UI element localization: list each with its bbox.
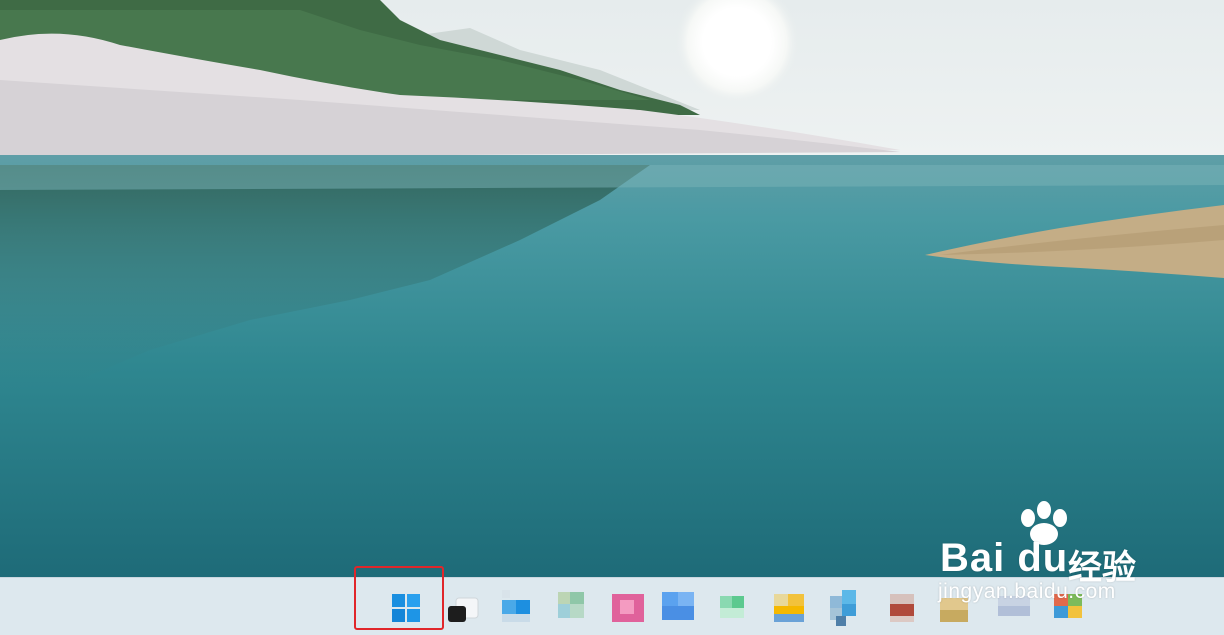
taskbar-app-1[interactable] <box>498 586 538 628</box>
taskbar-app-5[interactable] <box>712 586 752 628</box>
app-icon-blurred <box>1054 594 1082 618</box>
taskbar-app-11[interactable] <box>1048 586 1088 628</box>
taskbar-app-3[interactable] <box>608 586 648 628</box>
task-view-button[interactable] <box>442 586 482 628</box>
app-icon-blurred <box>940 598 968 622</box>
taskbar-app-6[interactable] <box>770 586 810 628</box>
app-icon-blurred <box>558 592 584 618</box>
app-icon-blurred <box>830 590 856 626</box>
start-button[interactable] <box>386 586 426 628</box>
taskbar <box>0 577 1224 635</box>
app-icon-blurred <box>998 596 1030 616</box>
taskbar-app-10[interactable] <box>994 586 1034 628</box>
taskbar-app-7[interactable] <box>826 586 866 628</box>
taskbar-app-9[interactable] <box>934 586 974 628</box>
taskbar-app-4[interactable] <box>658 586 698 628</box>
app-icon-blurred <box>720 596 744 618</box>
app-icon-blurred <box>662 592 694 620</box>
windows-start-icon <box>392 594 420 622</box>
app-icon-blurred <box>774 594 804 622</box>
taskbar-app-8[interactable] <box>882 586 922 628</box>
task-view-icon <box>448 597 479 622</box>
app-icon-blurred <box>502 590 530 622</box>
taskbar-app-2[interactable] <box>552 586 592 628</box>
app-icon-blurred <box>612 594 644 622</box>
app-icon-blurred <box>890 594 914 622</box>
desktop-wallpaper <box>0 0 1224 577</box>
